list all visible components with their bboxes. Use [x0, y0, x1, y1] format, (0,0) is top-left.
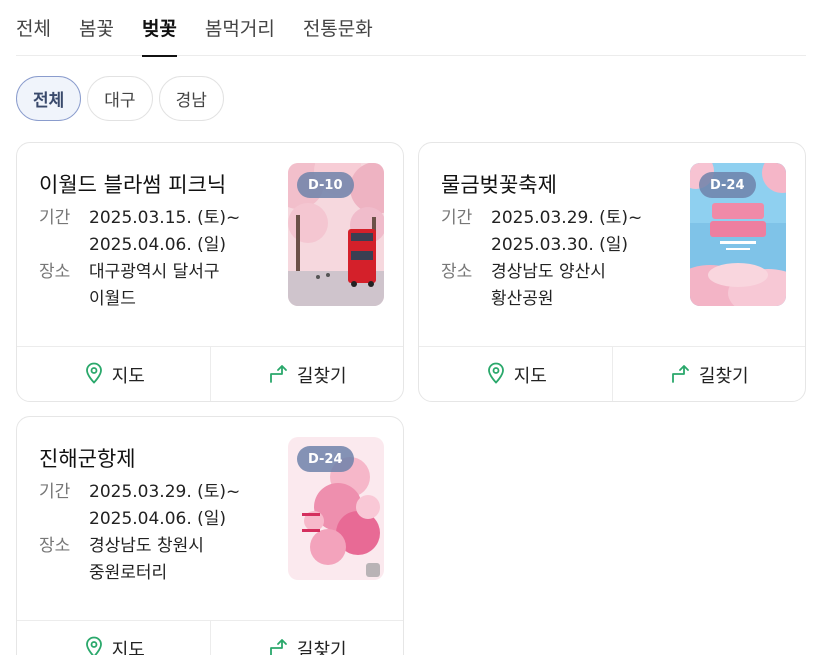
- map-button[interactable]: 지도: [17, 347, 210, 401]
- directions-label: 길찾기: [296, 366, 347, 387]
- d-day-badge: D-24: [699, 172, 756, 198]
- filter-chip-daegu[interactable]: 대구: [87, 76, 153, 121]
- directions-label: 길찾기: [698, 366, 749, 387]
- event-card[interactable]: 물금벚꽃축제 기간 2025.03.29. (토)~ 2025.03.30. (…: [418, 142, 806, 402]
- card-actions: 지도 길찾기: [419, 346, 806, 401]
- period-start: 2025.03.15. (토)~: [89, 208, 241, 228]
- period-start: 2025.03.29. (토)~: [491, 208, 643, 228]
- d-day-badge: D-10: [297, 172, 354, 198]
- period-end: 2025.03.30. (일): [491, 235, 629, 255]
- place-label: 장소: [441, 262, 473, 282]
- directions-button[interactable]: 길찾기: [611, 347, 806, 401]
- tab-all[interactable]: 전체: [16, 0, 51, 56]
- filter-chip-all[interactable]: 전체: [16, 76, 82, 121]
- tab-traditional-culture[interactable]: 전통문화: [303, 0, 373, 56]
- directions-arrow-icon: [669, 361, 693, 390]
- place-line2: 중원로터리: [89, 563, 168, 583]
- tab-spring-food[interactable]: 봄먹거리: [205, 0, 275, 56]
- region-filter: 전체 대구 경남: [16, 76, 224, 121]
- place-line2: 이월드: [89, 289, 136, 309]
- tab-spring-flowers[interactable]: 봄꽃: [79, 0, 114, 56]
- period-label: 기간: [441, 208, 473, 228]
- map-pin-icon: [82, 361, 106, 390]
- place-line1: 경상남도 창원시: [89, 536, 204, 556]
- map-pin-icon: [82, 635, 106, 655]
- event-card[interactable]: 이월드 블라썸 피크닉 기간 2025.03.15. (토)~ 2025.04.…: [16, 142, 404, 402]
- event-thumbnail[interactable]: D-24: [288, 437, 384, 580]
- period-label: 기간: [39, 208, 71, 228]
- d-day-badge: D-24: [297, 446, 354, 472]
- map-button[interactable]: 지도: [419, 347, 612, 401]
- event-card[interactable]: 진해군항제 기간 2025.03.29. (토)~ 2025.04.06. (일…: [16, 416, 404, 655]
- event-title[interactable]: 이월드 블라썸 피크닉: [39, 169, 226, 199]
- tab-cherry-blossom[interactable]: 벚꽃: [141, 0, 177, 57]
- place-label: 장소: [39, 262, 71, 282]
- directions-arrow-icon: [267, 635, 291, 655]
- event-info: 기간 2025.03.15. (토)~ 2025.04.06. (일) 장소 대…: [39, 205, 240, 313]
- map-pin-icon: [484, 361, 508, 390]
- event-thumbnail[interactable]: D-24: [690, 163, 786, 306]
- period-start: 2025.03.29. (토)~: [89, 482, 241, 502]
- place-line1: 경상남도 양산시: [491, 262, 606, 282]
- map-label: 지도: [111, 366, 145, 387]
- event-title[interactable]: 진해군항제: [39, 443, 136, 473]
- card-actions: 지도 길찾기: [17, 346, 404, 401]
- period-end: 2025.04.06. (일): [89, 235, 227, 255]
- directions-button[interactable]: 길찾기: [209, 621, 404, 655]
- event-info: 기간 2025.03.29. (토)~ 2025.03.30. (일) 장소 경…: [441, 205, 642, 313]
- place-label: 장소: [39, 536, 71, 556]
- directions-button[interactable]: 길찾기: [209, 347, 404, 401]
- map-button[interactable]: 지도: [17, 621, 210, 655]
- period-end: 2025.04.06. (일): [89, 509, 227, 529]
- event-info: 기간 2025.03.29. (토)~ 2025.04.06. (일) 장소 경…: [39, 479, 240, 587]
- category-tabs: 전체 봄꽃 벚꽃 봄먹거리 전통문화: [16, 0, 806, 57]
- directions-arrow-icon: [267, 361, 291, 390]
- event-title[interactable]: 물금벚꽃축제: [441, 169, 557, 199]
- directions-label: 길찾기: [296, 640, 347, 655]
- place-line2: 황산공원: [491, 289, 554, 309]
- event-thumbnail[interactable]: D-10: [288, 163, 384, 306]
- map-label: 지도: [513, 366, 547, 387]
- card-actions: 지도 길찾기: [17, 620, 403, 655]
- filter-chip-gyeongnam[interactable]: 경남: [158, 76, 224, 121]
- period-label: 기간: [39, 482, 71, 502]
- map-label: 지도: [111, 640, 145, 655]
- place-line1: 대구광역시 달서구: [89, 262, 220, 282]
